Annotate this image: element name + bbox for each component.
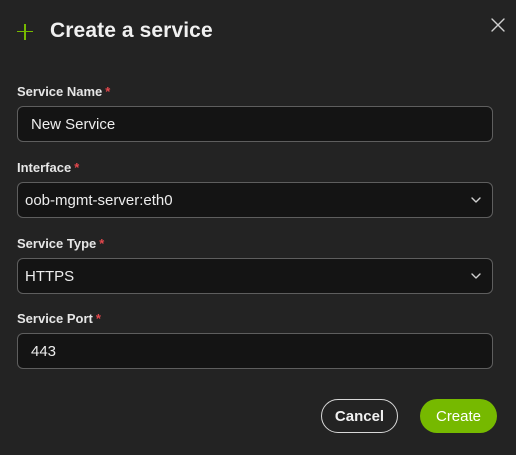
service-port-field-wrapper (17, 333, 493, 369)
service-type-select-value: HTTPS (25, 268, 75, 285)
create-button[interactable]: Create (420, 399, 497, 433)
service-name-label-text: Service Name (17, 84, 103, 99)
required-marker: * (105, 84, 111, 99)
required-marker: * (74, 160, 80, 175)
required-marker: * (95, 311, 101, 326)
service-type-label: Service Type * (17, 236, 104, 251)
close-button[interactable] (490, 17, 506, 33)
interface-label-text: Interface (17, 160, 72, 175)
service-port-label-text: Service Port (17, 311, 93, 326)
required-marker: * (99, 236, 105, 251)
service-name-input[interactable] (18, 107, 492, 141)
service-port-label: Service Port * (17, 311, 101, 326)
interface-select[interactable]: oob-mgmt-server:eth0 (17, 182, 493, 218)
service-name-field-wrapper (17, 106, 493, 142)
chevron-down-icon (471, 197, 481, 203)
dialog-header: Create a service (17, 14, 213, 48)
service-type-label-text: Service Type (17, 236, 97, 251)
create-service-dialog: Create a service Service Name* Interface… (0, 0, 516, 455)
plus-icon (17, 23, 33, 40)
cancel-button[interactable]: Cancel (321, 399, 398, 433)
interface-label: Interface * (17, 160, 79, 175)
service-port-input[interactable] (18, 334, 492, 368)
close-icon (491, 18, 505, 32)
chevron-down-icon (471, 273, 481, 279)
service-name-label: Service Name * (17, 84, 110, 99)
interface-select-value: oob-mgmt-server:eth0 (25, 192, 173, 209)
dialog-title: Create a service (50, 19, 213, 42)
service-type-select[interactable]: HTTPS (17, 258, 493, 294)
